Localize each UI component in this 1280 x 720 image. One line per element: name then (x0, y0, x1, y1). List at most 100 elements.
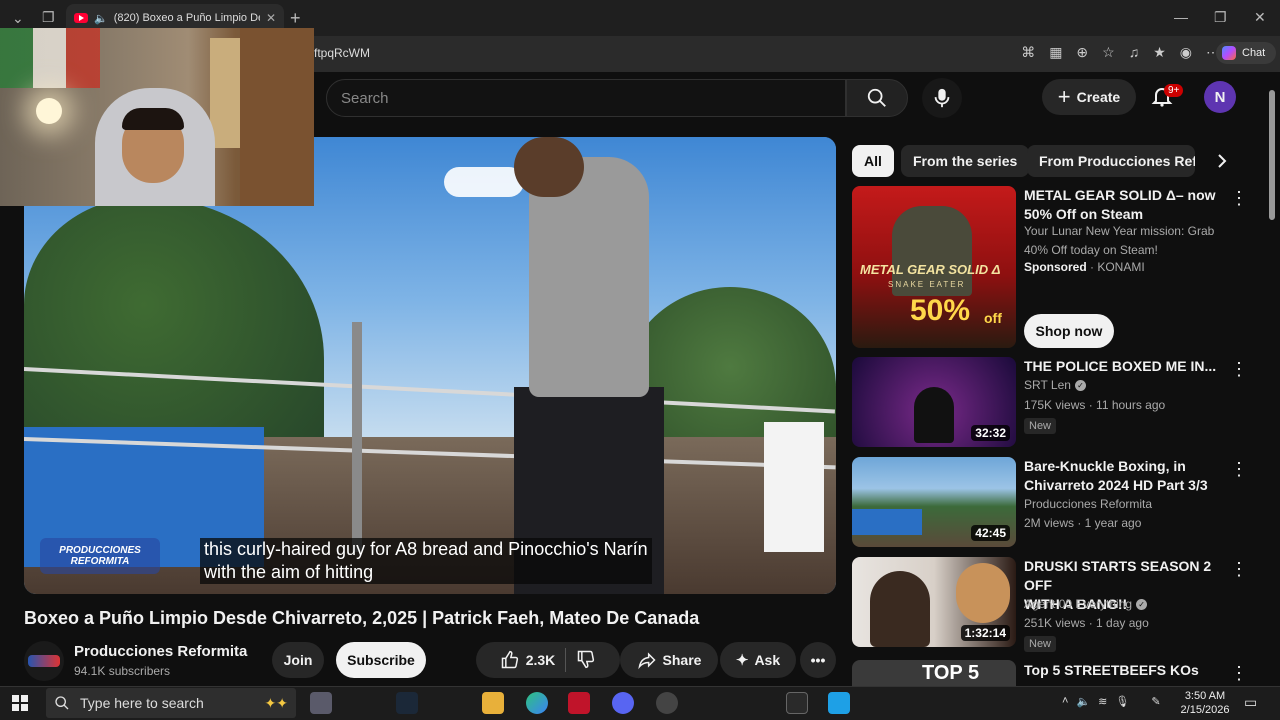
copilot-icon (1222, 46, 1236, 60)
edge-browser-icon[interactable] (526, 692, 548, 714)
video-channel[interactable]: Producciones Reformita (1024, 495, 1152, 514)
video-more-icon[interactable]: ⋮ (1230, 460, 1248, 478)
adobe-app-icon[interactable] (568, 692, 590, 714)
subscribe-button[interactable]: Subscribe (336, 642, 426, 678)
youtube-favicon-icon (74, 13, 88, 23)
notification-center-icon[interactable]: ▭ (1244, 694, 1257, 711)
f-app-icon[interactable] (828, 692, 850, 714)
task-view-icon[interactable] (310, 692, 332, 714)
video-thumbnail[interactable]: 42:45 (852, 457, 1016, 547)
favorite-icon[interactable]: ☆ (1102, 44, 1115, 61)
favorites-bar-icon[interactable]: ★ (1153, 44, 1166, 61)
media-icon[interactable]: ♫ (1129, 44, 1140, 61)
video-meta: 2M views · 1 year ago (1024, 516, 1142, 530)
copilot-chat-button[interactable]: Chat (1216, 42, 1276, 64)
voice-search-button[interactable] (922, 78, 962, 118)
create-button[interactable]: + Create (1042, 79, 1136, 115)
chip-from-producciones[interactable]: From Producciones Refor (1027, 145, 1195, 177)
obs-icon[interactable] (656, 692, 678, 714)
account-avatar[interactable]: N (1204, 81, 1236, 113)
ad-thumbnail[interactable]: METAL GEAR SOLID Δ SNAKE EATER 50% off (852, 186, 1016, 348)
new-tab-icon[interactable]: + (290, 8, 301, 29)
video-duration: 32:32 (971, 425, 1010, 441)
system-tray: ˄ 🔈 ≋ 🎙 ✎ (1062, 695, 1161, 708)
windows-start-button[interactable] (12, 695, 28, 716)
taskbar-clock[interactable]: 3:50 AM 2/15/2026 (1176, 689, 1234, 717)
url-text[interactable]: ftpqRcWM (314, 46, 370, 60)
ad-more-icon[interactable]: ⋮ (1230, 189, 1248, 207)
channel-name[interactable]: Producciones Reformita (74, 643, 247, 660)
search-button[interactable] (846, 79, 908, 117)
discord-icon[interactable] (612, 692, 634, 714)
network-icon[interactable]: ≋ (1098, 695, 1107, 708)
chip-from-the-series[interactable]: From the series (901, 145, 1030, 177)
share-label: Share (662, 652, 702, 668)
scrollbar-thumb[interactable] (1269, 90, 1275, 220)
ad-thumbnail-game-title: METAL GEAR SOLID Δ (860, 262, 1001, 277)
video-title-link[interactable]: Top 5 STREETBEEFS KOs (1024, 661, 1220, 680)
channel-avatar[interactable] (24, 641, 64, 681)
file-explorer-icon[interactable] (482, 692, 504, 714)
ad-description: Your Lunar New Year mission: Grab 40% Of… (1024, 222, 1214, 260)
chip-all[interactable]: All (852, 145, 894, 177)
search-icon (867, 88, 886, 107)
clock-time: 3:50 AM (1184, 690, 1226, 702)
video-thumbnail[interactable]: 1:32:14 (852, 557, 1016, 647)
video-channel[interactable]: Agent 00 Everything ✓ (1024, 595, 1148, 614)
dislike-button[interactable] (576, 649, 596, 672)
close-window-icon[interactable]: ✕ (1254, 9, 1266, 26)
video-thumbnail[interactable]: 32:32 (852, 357, 1016, 447)
watermark-line1: PRODUCCIONES (59, 545, 141, 556)
search-icon (55, 696, 69, 710)
video-title-link[interactable]: THE POLICE BOXED ME IN... (1024, 357, 1220, 376)
video-duration: 42:45 (971, 525, 1010, 541)
thumbnail-face (956, 563, 1010, 623)
like-dislike-group: 2.3K (476, 642, 620, 678)
translate-icon[interactable]: ⌘ (1021, 44, 1035, 61)
profile-icon[interactable]: ◉ (1180, 44, 1192, 61)
close-tab-icon[interactable]: ✕ (266, 11, 276, 25)
taskbar-search-box[interactable]: Type here to search ✦✦ (46, 688, 296, 718)
like-button[interactable]: 2.3K (500, 650, 555, 670)
maximize-window-icon[interactable]: ❐ (1214, 9, 1227, 26)
epic-games-icon[interactable] (786, 692, 808, 714)
chat-label: Chat (1242, 47, 1266, 59)
video-more-icon[interactable]: ⋮ (1230, 360, 1248, 378)
pen-icon[interactable]: ✎ (1151, 695, 1160, 708)
search-input[interactable]: Search (326, 79, 846, 117)
video-boxer-head (514, 137, 584, 197)
shop-now-button[interactable]: Shop now (1024, 314, 1114, 348)
watermark-line2: REFORMITA (70, 556, 130, 567)
speaker-icon[interactable]: 🔈 (94, 12, 108, 25)
webcam-door (240, 28, 314, 206)
share-button[interactable]: Share (620, 642, 718, 678)
join-button[interactable]: Join (272, 642, 324, 678)
video-more-icon[interactable]: ⋮ (1230, 560, 1248, 578)
microphone-icon[interactable]: 🎙 (1115, 695, 1129, 708)
apps-icon[interactable]: ▦ (1049, 44, 1062, 61)
video-channel[interactable]: SRT Len ✓ (1024, 376, 1086, 395)
tab-list-chevron-icon[interactable]: ⌄ (12, 10, 24, 27)
workspaces-icon[interactable]: ❐ (42, 9, 55, 26)
taskbar-search-placeholder: Type here to search (80, 695, 204, 711)
speaker-icon[interactable]: 🔈 (1076, 695, 1090, 708)
notification-count-badge: 9+ (1164, 84, 1184, 97)
steam-icon[interactable] (396, 692, 418, 714)
zoom-icon[interactable]: ⊕ (1076, 44, 1088, 61)
video-thumbnail[interactable]: TOP 5 (852, 660, 1016, 686)
new-badge: New (1024, 418, 1057, 434)
tray-overflow-icon[interactable]: ˄ (1062, 695, 1068, 708)
video-more-icon[interactable]: ⋮ (1230, 664, 1248, 682)
browser-toolbar: ⌘ ▦ ⊕ ☆ ♫ ★ ◉ ⋯ (1021, 44, 1220, 61)
create-label: Create (1076, 89, 1121, 105)
ad-sponsor-line: Sponsored · KONAMI (1024, 258, 1145, 277)
minimize-window-icon[interactable]: — (1174, 9, 1188, 25)
ask-button[interactable]: ✦ Ask (720, 642, 796, 678)
chips-next-button[interactable] (1206, 145, 1238, 177)
ad-title[interactable]: METAL GEAR SOLID Δ– now 50% Off on Steam (1024, 186, 1220, 224)
more-actions-button[interactable]: ••• (800, 642, 836, 678)
video-title-link[interactable]: Bare-Knuckle Boxing, in Chivarreto 2024 … (1024, 457, 1220, 495)
search-highlight-icon: ✦✦ (264, 694, 288, 711)
video-title-line2: Chivarreto 2024 HD Part 3/3 (1024, 477, 1208, 493)
thumbnail-person (870, 571, 930, 647)
